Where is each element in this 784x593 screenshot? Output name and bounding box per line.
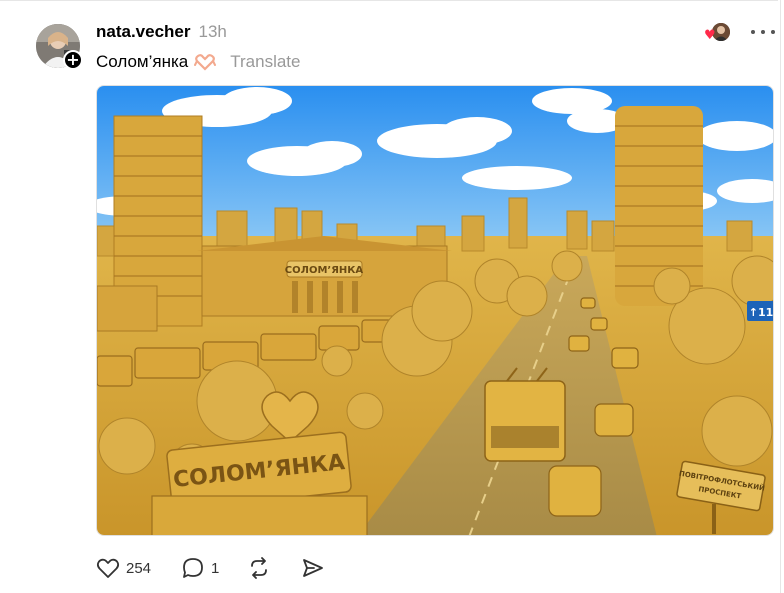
post-caption: Солом’янка Translate	[96, 52, 300, 72]
translate-link[interactable]: Translate	[230, 52, 300, 72]
dot-icon	[751, 30, 755, 34]
share-button[interactable]	[301, 557, 325, 579]
more-options-button[interactable]	[751, 22, 775, 42]
dot-icon	[761, 30, 765, 34]
heart-icon: ♥	[704, 28, 716, 43]
author-avatar-wrap[interactable]: +	[36, 24, 83, 70]
comment-icon	[183, 558, 203, 578]
post-timestamp: 13h	[198, 22, 227, 41]
dot-icon	[771, 30, 775, 34]
post-image[interactable]: СОЛОМ’ЯНКА ↑11 ПОВІТРОФЛОТСЬКИЙ ПРОСПЕКТ…	[96, 85, 774, 536]
road-sign-text: ↑11	[749, 306, 774, 319]
repost-icon	[251, 557, 268, 579]
send-icon	[303, 559, 324, 577]
reactors-indicator[interactable]: ♥	[702, 22, 732, 42]
like-count: 254	[126, 559, 152, 577]
post-header: nata.vecher 13h	[96, 22, 227, 44]
top-divider	[0, 0, 778, 1]
like-button[interactable]: 254	[96, 557, 151, 579]
follow-plus-button[interactable]: +	[63, 50, 83, 70]
comment-button[interactable]: 1	[181, 557, 219, 579]
repost-button[interactable]	[247, 557, 271, 579]
caption-text: Солом’янка	[96, 52, 189, 71]
post-actions: 254 1	[96, 555, 325, 581]
heart-hands-icon	[194, 53, 217, 71]
station-sign-text: СОЛОМ’ЯНКА	[285, 265, 364, 276]
username-link[interactable]: nata.vecher	[96, 22, 191, 42]
comment-count: 1	[211, 559, 220, 577]
heart-outline-icon	[96, 558, 120, 578]
right-divider	[780, 0, 781, 593]
